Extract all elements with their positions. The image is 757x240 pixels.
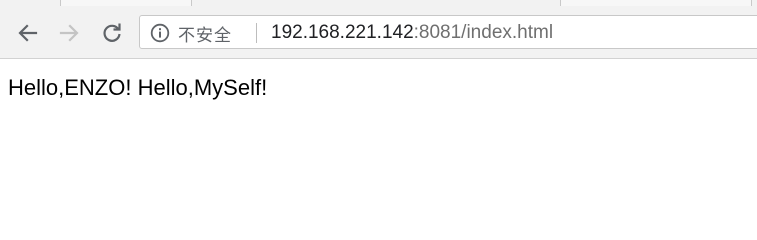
page-body-text: Hello,ENZO! Hello,MySelf! (8, 75, 268, 100)
url-host: 192.168.221.142 (271, 22, 414, 43)
url-path: :8081/index.html (413, 22, 554, 43)
page-content: Hello,ENZO! Hello,MySelf! (0, 60, 757, 205)
info-circle-icon (150, 23, 170, 43)
back-button[interactable] (11, 16, 45, 50)
security-label: 不安全 (178, 25, 232, 46)
url-text[interactable]: 192.168.221.142:8081/index.html (271, 21, 553, 45)
forward-button[interactable] (52, 16, 86, 50)
browser-window: 不安全 192.168.221.142:8081/index.html Hell… (0, 0, 757, 205)
address-bar-divider (256, 23, 257, 43)
site-security-indicator[interactable]: 不安全 (150, 22, 232, 46)
browser-toolbar: 不安全 192.168.221.142:8081/index.html (0, 6, 757, 59)
address-bar[interactable]: 不安全 192.168.221.142:8081/index.html (139, 15, 757, 49)
arrow-right-icon (59, 24, 79, 42)
arrow-left-icon (18, 24, 38, 42)
reload-icon (103, 23, 121, 42)
reload-button[interactable] (95, 16, 129, 50)
